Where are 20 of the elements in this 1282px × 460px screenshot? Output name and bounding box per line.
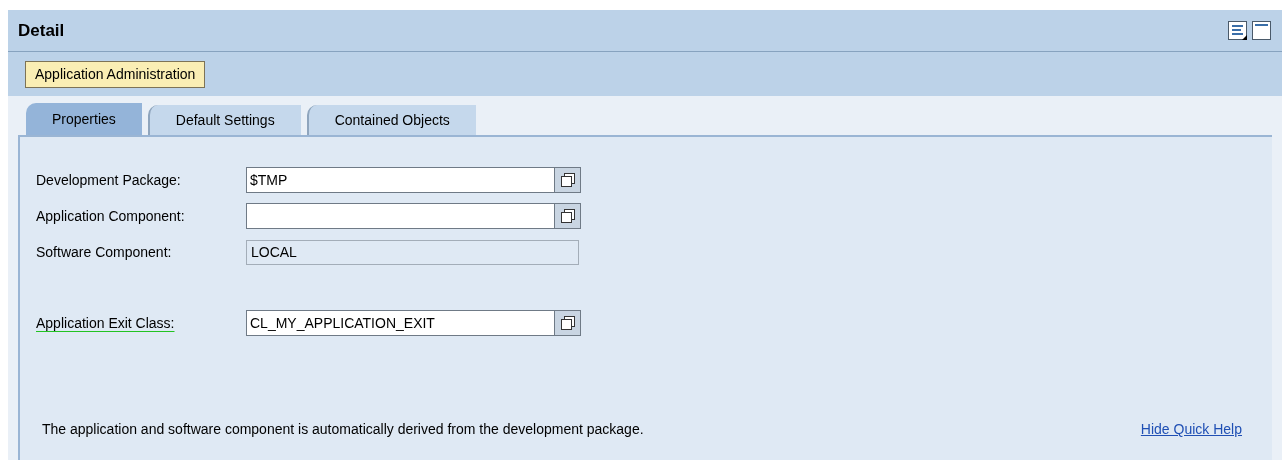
value-help-icon[interactable] — [559, 208, 576, 224]
readonly-field[interactable]: LOCAL — [246, 239, 579, 265]
value-help-icon[interactable] — [559, 172, 576, 188]
list-icon[interactable] — [1228, 20, 1248, 41]
tab[interactable]: Default Settings — [147, 105, 301, 135]
field-label: Application Component: — [36, 206, 186, 226]
minimize-icon[interactable] — [1252, 20, 1272, 41]
tab[interactable]: Contained Objects — [306, 105, 476, 135]
hide-quick-help-link[interactable]: Hide Quick Help — [1140, 419, 1242, 440]
value-help-icon[interactable] — [559, 315, 576, 331]
field-label: Software Component: — [36, 242, 173, 262]
panel-title: Detail — [18, 19, 65, 42]
input-field[interactable]: CL_MY_APPLICATION_EXIT — [246, 310, 581, 336]
quick-help-text: The application and software component is automatically derived from the development package. — [42, 420, 644, 439]
field-label: Development Package: — [36, 170, 182, 190]
input-field[interactable]: $TMP — [246, 167, 581, 193]
field-label: Application Exit Class: — [36, 313, 176, 333]
input-field[interactable] — [246, 203, 581, 229]
title-badge: Application Administration — [25, 60, 206, 88]
tab[interactable]: Properties — [26, 103, 142, 135]
